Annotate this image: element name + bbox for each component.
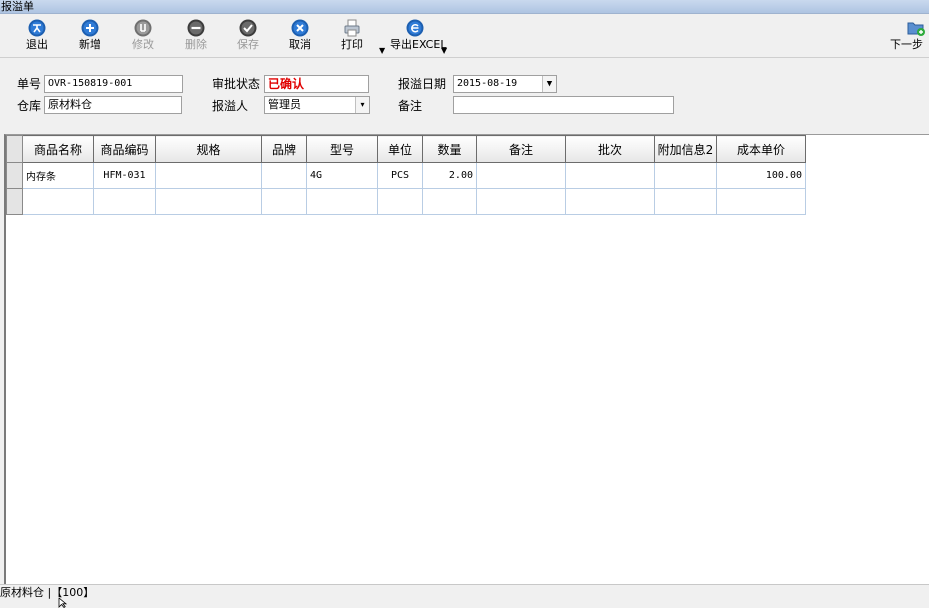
table-cell[interactable]: 2.00 xyxy=(422,162,477,189)
table-cell[interactable] xyxy=(565,188,655,215)
table-cell[interactable] xyxy=(422,188,477,215)
status-text: 原材料仓 |【100】 xyxy=(0,586,95,599)
exit-button-label: 退出 xyxy=(26,38,48,51)
row-selector[interactable] xyxy=(6,162,23,189)
reporter-label: 报溢人 xyxy=(212,99,249,113)
column-header[interactable]: 型号 xyxy=(306,135,378,163)
table-cell[interactable] xyxy=(22,188,94,215)
window-title: 报溢单 xyxy=(1,0,34,13)
column-header[interactable]: 单位 xyxy=(377,135,423,163)
export-dropdown-arrow-icon[interactable]: ▼ xyxy=(441,47,447,55)
table-cell[interactable] xyxy=(654,162,717,189)
edit-button-label: 修改 xyxy=(132,38,154,51)
table-cell[interactable] xyxy=(261,162,307,189)
remark-field[interactable] xyxy=(453,96,674,114)
remark-label: 备注 xyxy=(398,99,423,113)
date-dropdown-icon[interactable]: ▼ xyxy=(542,76,556,92)
table-cell[interactable] xyxy=(654,188,717,215)
row-selector[interactable] xyxy=(6,188,23,215)
date-label: 报溢日期 xyxy=(398,77,447,91)
export-e-icon xyxy=(406,19,424,37)
x-circle-icon xyxy=(291,19,309,37)
table-row[interactable] xyxy=(6,188,806,215)
cancel-button-label: 取消 xyxy=(289,38,311,51)
cancel-button[interactable]: 取消 xyxy=(278,19,322,57)
check-circle-icon xyxy=(239,19,257,37)
print-button-label: 打印 xyxy=(341,38,363,51)
table-cell[interactable] xyxy=(155,188,262,215)
table-cell[interactable] xyxy=(476,188,566,215)
order-no-field[interactable]: OVR-150819-001 xyxy=(44,75,183,93)
add-button[interactable]: 新增 xyxy=(68,19,112,57)
date-picker[interactable]: 2015-08-19 ▼ xyxy=(453,75,557,93)
table-header-row: 商品名称 商品编码 规格 品牌 型号 单位 数量 备注 批次 附加信息2 成本单… xyxy=(6,135,806,163)
approval-status-label: 审批状态 xyxy=(212,77,261,91)
column-header[interactable]: 商品编码 xyxy=(93,135,156,163)
warehouse-field[interactable]: 原材料仓 xyxy=(44,96,182,114)
warehouse-label: 仓库 xyxy=(17,99,42,113)
approval-status-field: 已确认 xyxy=(264,75,369,93)
add-button-label: 新增 xyxy=(79,38,101,51)
row-header-corner[interactable] xyxy=(6,135,23,163)
edit-circle-icon xyxy=(134,19,152,37)
table-cell[interactable] xyxy=(716,188,806,215)
save-button-label: 保存 xyxy=(237,38,259,51)
save-button[interactable]: 保存 xyxy=(226,19,270,57)
items-table: 商品名称 商品编码 规格 品牌 型号 单位 数量 备注 批次 附加信息2 成本单… xyxy=(6,135,806,215)
table-cell[interactable]: PCS xyxy=(377,162,423,189)
export-excel-button[interactable]: 导出EXCEL xyxy=(390,19,447,57)
minus-circle-icon xyxy=(187,19,205,37)
table-row[interactable]: 内存条 HFM-031 4G PCS 2.00 100.00 xyxy=(6,162,806,189)
table-cell[interactable] xyxy=(261,188,307,215)
toolbar: 退出 新增 修改 删除 保存 取消 打印 ▼ 导出EXCEL ▼ 下一步 xyxy=(0,14,929,58)
exit-button[interactable]: 退出 xyxy=(15,19,59,57)
table-cell[interactable]: 100.00 xyxy=(716,162,806,189)
table-cell-selected[interactable]: 4G xyxy=(306,162,378,189)
table-cell[interactable]: HFM-031 xyxy=(93,162,156,189)
plus-circle-icon xyxy=(81,19,99,37)
table-cell[interactable] xyxy=(306,188,378,215)
items-grid: 商品名称 商品编码 规格 品牌 型号 单位 数量 备注 批次 附加信息2 成本单… xyxy=(4,134,929,584)
table-cell[interactable]: 内存条 xyxy=(22,162,94,189)
column-header[interactable]: 成本单价 xyxy=(716,135,806,163)
table-cell[interactable] xyxy=(93,188,156,215)
next-step-button[interactable]: 下一步 xyxy=(890,19,929,57)
printer-icon xyxy=(344,19,360,37)
column-header[interactable]: 品牌 xyxy=(261,135,307,163)
reporter-value: 管理员 xyxy=(268,98,301,111)
reporter-select[interactable]: 管理员 ▾ xyxy=(264,96,370,114)
column-header[interactable]: 备注 xyxy=(476,135,566,163)
export-excel-button-label: 导出EXCEL xyxy=(390,38,447,51)
reporter-dropdown-icon[interactable]: ▾ xyxy=(355,97,369,113)
order-no-label: 单号 xyxy=(17,77,42,91)
column-header[interactable]: 规格 xyxy=(155,135,262,163)
delete-button-label: 删除 xyxy=(185,38,207,51)
edit-button[interactable]: 修改 xyxy=(121,19,165,57)
table-cell[interactable] xyxy=(565,162,655,189)
table-cell[interactable] xyxy=(377,188,423,215)
folder-next-icon xyxy=(907,22,925,36)
print-button[interactable]: 打印 xyxy=(330,19,374,57)
status-bar: 原材料仓 |【100】 xyxy=(0,584,929,608)
column-header[interactable]: 商品名称 xyxy=(22,135,94,163)
date-value: 2015-08-19 xyxy=(457,78,518,89)
column-header[interactable]: 附加信息2 xyxy=(654,135,717,163)
table-cell[interactable] xyxy=(155,162,262,189)
column-header[interactable]: 批次 xyxy=(565,135,655,163)
mouse-cursor-icon xyxy=(58,598,68,608)
exit-person-icon xyxy=(28,19,46,37)
window-titlebar: 报溢单 xyxy=(0,0,929,14)
table-cell[interactable] xyxy=(476,162,566,189)
next-step-button-label: 下一步 xyxy=(890,38,923,51)
print-dropdown-arrow-icon[interactable]: ▼ xyxy=(379,47,385,55)
form-area: 单号 OVR-150819-001 仓库 原材料仓 审批状态 已确认 报溢人 管… xyxy=(0,59,929,133)
column-header[interactable]: 数量 xyxy=(422,135,477,163)
delete-button[interactable]: 删除 xyxy=(174,19,218,57)
